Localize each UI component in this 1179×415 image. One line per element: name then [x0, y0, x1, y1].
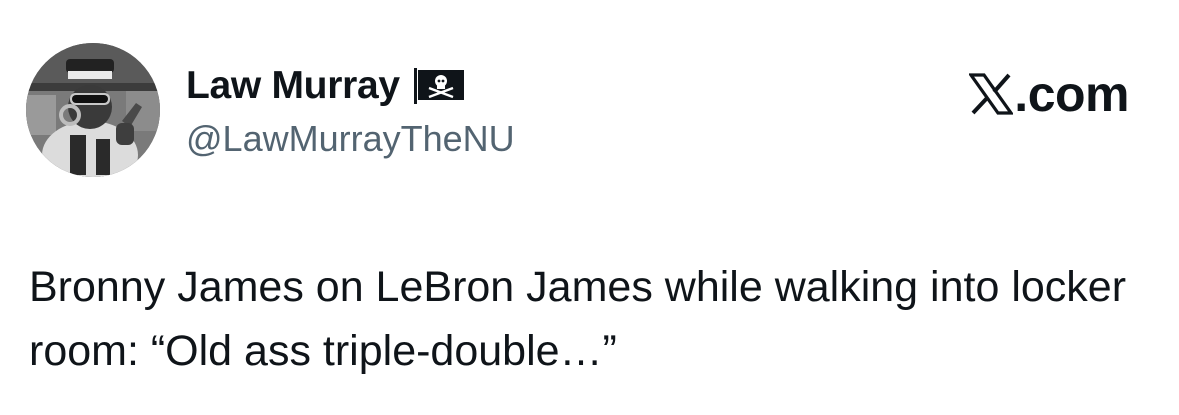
author-name-row: Law Murray	[186, 62, 466, 110]
avatar-photo	[26, 43, 160, 177]
pirate-flag-icon	[413, 68, 466, 104]
author-display-name[interactable]: Law Murray	[186, 62, 400, 110]
x-brand-mark: .com	[968, 66, 1129, 122]
avatar[interactable]	[26, 43, 160, 177]
brand-domain-suffix: .com	[1014, 66, 1129, 122]
x-logo-icon	[968, 72, 1015, 116]
author-handle[interactable]: @LawMurrayTheNU	[186, 115, 515, 163]
tweet-text: Bronny James on LeBron James while walki…	[29, 263, 1127, 375]
